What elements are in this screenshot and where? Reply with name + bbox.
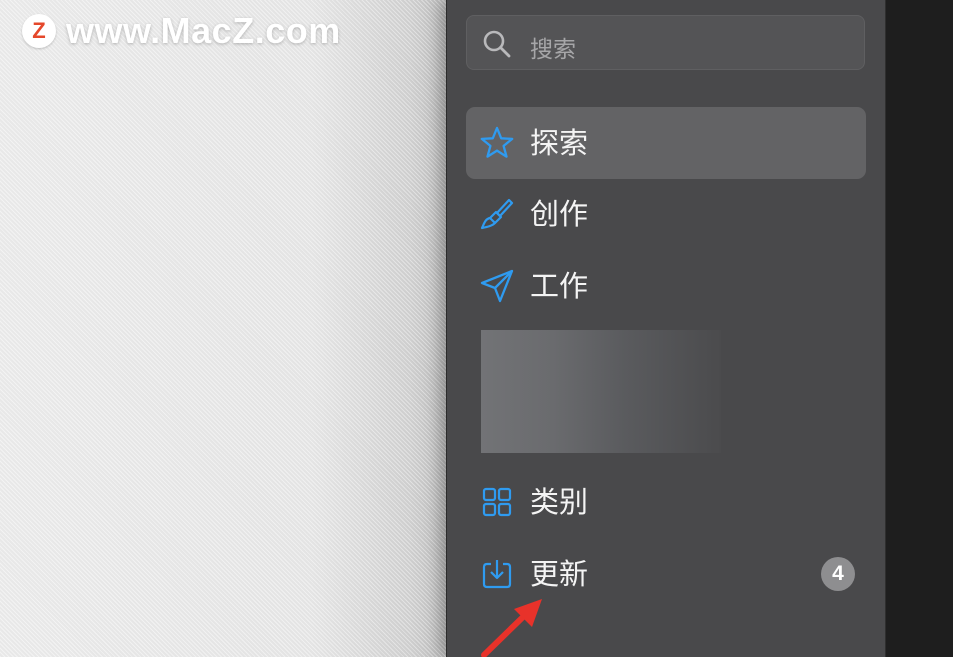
- content-pane: [885, 0, 953, 657]
- updates-count-badge: 4: [821, 557, 855, 591]
- sidebar-item-categories[interactable]: 类别: [466, 466, 866, 538]
- sidebar: 搜索 探索 创作 工作 类别 更新 4: [446, 0, 886, 657]
- sidebar-item-label: 更新: [530, 557, 589, 591]
- search-placeholder: 搜索: [530, 37, 576, 63]
- brush-icon: [480, 198, 514, 230]
- desktop-backdrop: [0, 0, 446, 657]
- paper-plane-icon: [480, 269, 514, 303]
- star-icon: [480, 126, 514, 158]
- watermark: Z www.MacZ.com: [22, 10, 341, 52]
- search-field[interactable]: 搜索: [466, 15, 865, 70]
- download-tray-icon: [482, 560, 512, 589]
- sidebar-item-work[interactable]: 工作: [466, 250, 866, 322]
- sidebar-item-label: 类别: [530, 485, 589, 519]
- screenshot-stage: Z www.MacZ.com 搜索 探索 创作 工作 类别 更新 4: [0, 0, 953, 657]
- watermark-logo: Z: [22, 14, 56, 48]
- grid-icon: [482, 487, 512, 517]
- sidebar-item-label: 创作: [530, 197, 589, 231]
- annotation-arrow-icon: [481, 599, 542, 657]
- sidebar-item-explore[interactable]: 探索: [466, 107, 866, 179]
- sidebar-item-label: 工作: [530, 269, 589, 303]
- sidebar-item-label: 探索: [530, 126, 589, 160]
- blurred-region: [481, 330, 721, 453]
- watermark-text: www.MacZ.com: [66, 10, 341, 51]
- search-icon: [483, 30, 511, 58]
- sidebar-item-create[interactable]: 创作: [466, 178, 866, 250]
- watermark-logo-letter: Z: [32, 18, 46, 43]
